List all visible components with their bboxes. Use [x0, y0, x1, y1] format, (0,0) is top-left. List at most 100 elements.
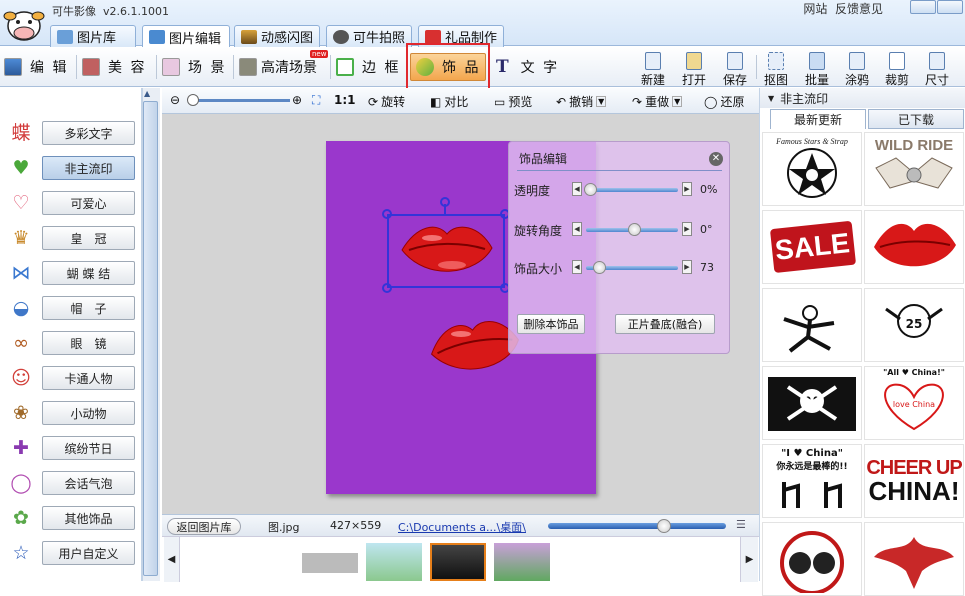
tab-camera[interactable]: 可牛拍照 — [326, 25, 412, 47]
edit-tool-button[interactable]: 编 辑 — [4, 55, 68, 79]
pirate-flag-stamp[interactable] — [762, 366, 862, 440]
save-button[interactable]: 保存 — [718, 50, 752, 87]
prev-arrow-icon[interactable]: ◀ — [164, 537, 180, 582]
category-item[interactable]: ✿ 其他饰品 — [4, 506, 138, 530]
undo-button[interactable]: ↶ 撤销 ▼ — [556, 93, 607, 110]
thumbnail-1[interactable] — [302, 553, 358, 573]
close-icon[interactable]: ✕ — [709, 152, 723, 166]
category-button[interactable]: 皇 冠 — [42, 226, 135, 250]
redo-button[interactable]: ↷ 重做 ▼ — [632, 93, 683, 110]
zoom-in-button[interactable]: ⊕ — [292, 93, 302, 107]
category-button[interactable]: 卡通人物 — [42, 366, 135, 390]
tab-flash[interactable]: 动感闪图 — [234, 25, 320, 47]
skull-25-stamp[interactable]: 25 — [864, 288, 964, 362]
expand-icon[interactable]: ☰ — [736, 518, 746, 531]
scroll-up-arrow-icon[interactable]: ▲ — [144, 89, 150, 98]
category-button[interactable]: 缤纷节日 — [42, 436, 135, 460]
skulls-stamp[interactable] — [762, 522, 862, 596]
collapse-icon[interactable]: ▼ — [768, 94, 774, 103]
increase-arrow-icon[interactable]: ▶ — [682, 222, 692, 236]
slider-knob[interactable] — [584, 183, 597, 196]
fighter-stamp[interactable] — [762, 288, 862, 362]
thumbnail-size-slider[interactable] — [548, 523, 726, 529]
category-button[interactable]: 非主流印 — [42, 156, 135, 180]
category-button[interactable]: 可爱心 — [42, 191, 135, 215]
lips-stamp[interactable] — [864, 210, 964, 284]
sale-stamp[interactable]: SALE — [762, 210, 862, 284]
slider-track[interactable] — [586, 188, 678, 192]
decrease-arrow-icon[interactable]: ◀ — [572, 222, 582, 236]
cutout-button[interactable]: 抠图 — [759, 50, 793, 87]
crop-button[interactable]: 裁剪 — [880, 50, 914, 87]
category-item[interactable]: ♛ 皇 冠 — [4, 226, 138, 250]
category-item[interactable]: ◯ 会话气泡 — [4, 471, 138, 495]
wild-ride-stamp[interactable]: WILD RIDE — [864, 132, 964, 206]
category-item[interactable]: ✚ 缤纷节日 — [4, 436, 138, 460]
category-item[interactable]: ☺ 卡通人物 — [4, 366, 138, 390]
back-to-gallery-button[interactable]: 返回图片库 — [167, 518, 241, 535]
next-arrow-icon[interactable]: ▶ — [740, 537, 758, 582]
category-item[interactable]: ♡ 可爱心 — [4, 191, 138, 215]
slider-knob[interactable] — [628, 223, 641, 236]
new-button[interactable]: 新建 — [636, 50, 670, 87]
category-item[interactable]: ❀ 小动物 — [4, 401, 138, 425]
increase-arrow-icon[interactable]: ▶ — [682, 260, 692, 274]
category-item[interactable]: 蝶多彩文字 — [4, 121, 138, 145]
actual-size-button[interactable]: 1:1 — [334, 93, 356, 107]
resize-handle-tl[interactable] — [382, 209, 392, 219]
beauty-button[interactable]: 美 容 — [82, 55, 146, 79]
doodle-button[interactable]: 涂鸦 — [840, 50, 874, 87]
preview-button[interactable]: ▭ 预览 — [494, 93, 532, 110]
decrease-arrow-icon[interactable]: ◀ — [572, 182, 582, 196]
category-button[interactable]: 多彩文字 — [42, 121, 135, 145]
tab-edit[interactable]: 图片编辑 — [142, 25, 230, 48]
thumbnail-slider-knob[interactable] — [656, 519, 671, 533]
famous-stars-stamp[interactable]: Famous Stars & Strap — [762, 132, 862, 206]
selection-box[interactable] — [387, 214, 505, 288]
frame-button[interactable]: 边 框 — [336, 55, 400, 79]
rotate-button[interactable]: ⟳ 旋转 — [368, 93, 405, 110]
dropdown-arrow-icon[interactable]: ▼ — [672, 96, 683, 107]
category-button[interactable]: 其他饰品 — [42, 506, 135, 530]
text-button[interactable]: T 文 字 — [496, 55, 559, 79]
contrast-button[interactable]: ◧ 对比 — [430, 93, 468, 110]
category-item[interactable]: ☆ 用户自定义 — [4, 541, 138, 565]
minimize-button[interactable] — [910, 0, 936, 14]
category-item[interactable]: ♥ 非主流印 — [4, 156, 138, 180]
cheer-up-china-stamp[interactable]: CHEER UP CHINA! — [864, 444, 964, 518]
delete-decor-button[interactable]: 删除本饰品 — [517, 314, 585, 334]
eagle-stamp[interactable] — [864, 522, 964, 596]
i-love-china-stamp[interactable]: "I ♥ China" 你永远是最棒的!! — [762, 444, 862, 518]
increase-arrow-icon[interactable]: ▶ — [682, 182, 692, 196]
zoom-out-button[interactable]: ⊖ — [170, 93, 180, 107]
thumbnail-4[interactable] — [494, 543, 550, 581]
tab-latest[interactable]: 最新更新 — [770, 109, 866, 129]
slider-knob[interactable] — [592, 261, 606, 274]
category-button[interactable]: 会话气泡 — [42, 471, 135, 495]
dropdown-arrow-icon[interactable]: ▼ — [596, 96, 607, 107]
tab-gallery[interactable]: 图片库 — [50, 25, 136, 47]
category-button[interactable]: 帽 子 — [42, 296, 135, 320]
tab-downloaded[interactable]: 已下载 — [868, 109, 964, 129]
website-link[interactable]: 网站 — [803, 2, 827, 16]
category-item[interactable]: ◒ 帽 子 — [4, 296, 138, 320]
category-button[interactable]: 眼 镜 — [42, 331, 135, 355]
thumbnail-3[interactable] — [430, 543, 486, 581]
hd-scene-button[interactable]: 高清场景 — [239, 55, 317, 79]
love-china-hearts-stamp[interactable]: "All ♥ China!" love China — [864, 366, 964, 440]
category-button[interactable]: 小动物 — [42, 401, 135, 425]
multiply-blend-button[interactable]: 正片叠底(融合) — [615, 314, 715, 334]
scene-button[interactable]: 场 景 — [162, 55, 226, 79]
fit-button[interactable]: ⛶ — [312, 93, 320, 108]
restore-button[interactable]: ◯ 还原 — [704, 93, 744, 110]
thumbnail-2[interactable] — [366, 543, 422, 581]
resize-handle-bl[interactable] — [382, 283, 392, 293]
rotate-handle[interactable] — [440, 197, 450, 207]
close-window-button[interactable] — [937, 0, 963, 14]
file-path-link[interactable]: C:\Documents a...\桌面\ — [398, 519, 538, 535]
scrollbar-thumb[interactable] — [143, 101, 158, 576]
category-button[interactable]: 蝴 蝶 结 — [42, 261, 135, 285]
feedback-link[interactable]: 反馈意见 — [835, 2, 883, 16]
category-button[interactable]: 用户自定义 — [42, 541, 135, 565]
size-button[interactable]: 尺寸 — [920, 50, 954, 87]
